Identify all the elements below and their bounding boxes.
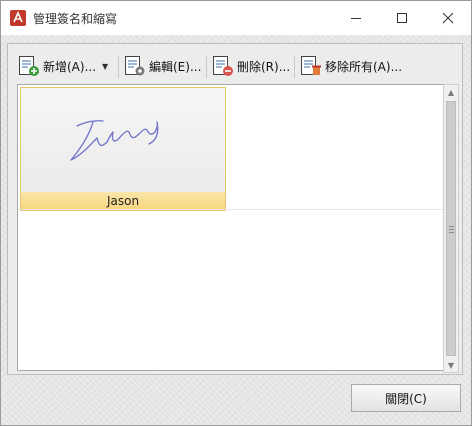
dialog-window: 管理簽名和縮寫 新增(A)... ▼ 編輯(E)... 刪除(R)... 移除所… (0, 0, 472, 426)
remove-all-button-label: 移除所有(A)... (325, 59, 403, 74)
grip-line (449, 232, 454, 233)
signature-image (70, 120, 159, 161)
toolbar-separator (118, 56, 119, 78)
signature-tile[interactable]: Jason (20, 87, 226, 211)
window-title: 管理簽名和縮寫 (33, 12, 118, 26)
close-icon (442, 12, 454, 24)
vertical-scrollbar[interactable]: ▲ ▼ (443, 84, 459, 373)
add-doc-icon (19, 56, 39, 76)
edit-doc-icon (125, 56, 145, 76)
minimize-button[interactable] (333, 1, 379, 35)
close-button[interactable]: 關閉(C) (351, 384, 461, 412)
dialog-content: 新增(A)... ▼ 編輯(E)... 刪除(R)... 移除所有(A)... … (1, 35, 471, 425)
grip-line (449, 226, 454, 227)
edit-button[interactable]: 編輯(E)... (124, 54, 201, 78)
delete-doc-icon (213, 56, 233, 76)
signature-name-label: Jason (21, 192, 225, 210)
grip-line (449, 229, 454, 230)
title-bar: 管理簽名和縮寫 (1, 1, 471, 35)
scrollbar-thumb[interactable] (446, 101, 456, 356)
signature-list[interactable]: Jason (17, 84, 444, 371)
close-window-button[interactable] (425, 1, 471, 35)
delete-button-label: 刪除(R)... (237, 59, 291, 74)
row-divider (18, 209, 443, 210)
toolbar-separator (206, 56, 207, 78)
scroll-down-arrow-icon[interactable]: ▼ (444, 358, 458, 372)
toolbar: 新增(A)... ▼ 編輯(E)... 刪除(R)... 移除所有(A)... (10, 48, 460, 80)
remove-all-button[interactable]: 移除所有(A)... (300, 54, 402, 78)
signature-panel: 新增(A)... ▼ 編輯(E)... 刪除(R)... 移除所有(A)... … (7, 43, 463, 375)
delete-button[interactable]: 刪除(R)... (212, 54, 290, 78)
add-button-label: 新增(A)... (43, 59, 97, 74)
edit-button-label: 編輯(E)... (149, 59, 202, 74)
maximize-icon (397, 13, 407, 23)
chevron-down-icon[interactable]: ▼ (102, 62, 108, 71)
add-button[interactable]: 新增(A)... ▼ (18, 54, 108, 78)
pdf-app-icon (10, 10, 26, 26)
toolbar-separator (294, 56, 295, 78)
minimize-icon (351, 18, 361, 19)
remove-all-doc-icon (301, 56, 321, 75)
maximize-button[interactable] (379, 1, 425, 35)
scroll-up-arrow-icon[interactable]: ▲ (444, 85, 458, 99)
